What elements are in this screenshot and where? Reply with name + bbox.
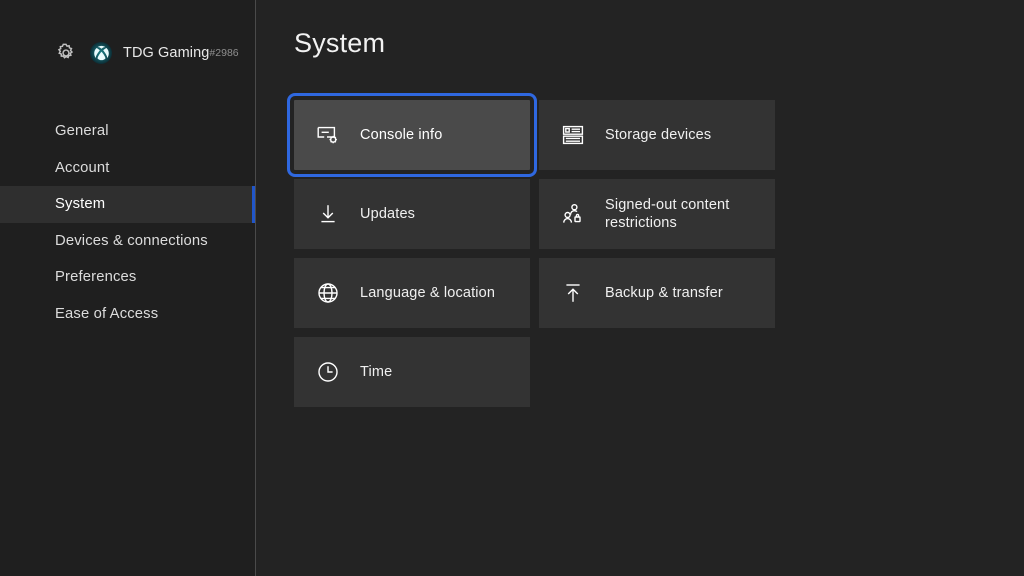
- sidebar-item-ease-of-access[interactable]: Ease of Access: [0, 296, 256, 333]
- tile-label: Signed-out content restrictions: [605, 197, 730, 231]
- people-lock-icon: [561, 202, 585, 226]
- storage-drives-icon: [561, 123, 585, 147]
- clock-icon: [316, 360, 340, 384]
- tile-label: Backup & transfer: [605, 285, 723, 301]
- main-content: System Console info Storage devices Upda…: [256, 0, 1024, 576]
- sidebar-item-system[interactable]: System: [0, 186, 256, 223]
- download-arrow-icon: [316, 202, 340, 226]
- tile-label: Language & location: [360, 285, 496, 301]
- tile-backup-transfer[interactable]: Backup & transfer: [539, 258, 775, 328]
- tile-language-location[interactable]: Language & location: [294, 258, 530, 328]
- sidebar-item-devices-connections[interactable]: Devices & connections: [0, 223, 256, 260]
- sidebar-item-label: System: [55, 196, 106, 213]
- sidebar-nav: General Account System Devices & connect…: [0, 113, 256, 332]
- sidebar-item-label: General: [55, 123, 109, 140]
- sidebar-item-preferences[interactable]: Preferences: [0, 259, 256, 296]
- sidebar-item-label: Preferences: [55, 269, 137, 286]
- upload-arrow-icon: [561, 281, 585, 305]
- page-title: System: [294, 28, 386, 58]
- sidebar: TDG Gaming #2986 General Account System D…: [0, 0, 256, 576]
- profile-tag: #2986: [209, 47, 239, 59]
- gear-icon: [55, 42, 77, 64]
- monitor-gear-icon: [316, 123, 340, 147]
- sidebar-item-label: Devices & connections: [55, 232, 208, 249]
- profile-header[interactable]: TDG Gaming #2986: [0, 31, 256, 75]
- xbox-settings-screen: TDG Gaming #2986 General Account System D…: [0, 0, 1024, 576]
- sidebar-item-label: Account: [55, 159, 110, 176]
- sidebar-item-label: Ease of Access: [55, 305, 159, 322]
- avatar: [90, 42, 112, 64]
- tile-label: Updates: [360, 206, 416, 222]
- tile-console-info[interactable]: Console info: [287, 93, 537, 177]
- profile-name: TDG Gaming: [123, 45, 210, 61]
- sidebar-item-general[interactable]: General: [0, 113, 256, 150]
- tile-updates[interactable]: Updates: [294, 179, 530, 249]
- xbox-logo-icon: [93, 45, 109, 60]
- tile-signed-out-content-restrictions[interactable]: Signed-out content restrictions: [539, 179, 775, 249]
- settings-tile-grid: Console info Storage devices Updates Sig…: [287, 93, 776, 407]
- tile-label: Storage devices: [605, 127, 712, 143]
- sidebar-item-account[interactable]: Account: [0, 150, 256, 187]
- tile-label: Console info: [360, 127, 443, 143]
- tile-time[interactable]: Time: [294, 337, 530, 407]
- tile-label: Time: [360, 364, 393, 380]
- globe-icon: [316, 281, 340, 305]
- tile-storage-devices[interactable]: Storage devices: [539, 100, 775, 170]
